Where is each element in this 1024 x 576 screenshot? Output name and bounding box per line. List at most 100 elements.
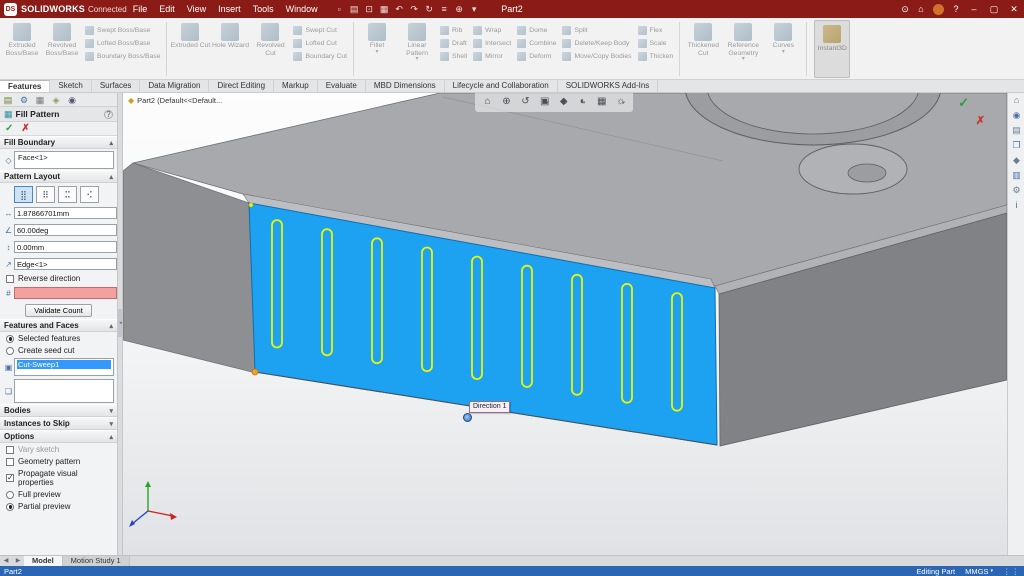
circular-layout-button[interactable]: ⠿ — [36, 186, 55, 203]
ribbon-button-revolved-cut[interactable]: Revolved Cut — [250, 20, 290, 78]
ribbon-button-boundary-cut[interactable]: Boundary Cut — [290, 50, 350, 63]
feature-tree-tab-icon[interactable]: ▤ — [0, 93, 16, 106]
tab-solidworks-add-ins[interactable]: SOLIDWORKS Add-Ins — [558, 80, 659, 92]
appearances-scenes-icon[interactable]: ◆ — [1008, 153, 1024, 168]
view-orientation-icon[interactable]: ◆▾ — [554, 94, 573, 111]
section-fill-boundary[interactable]: Fill Boundary▴ — [0, 136, 117, 149]
tab-motion-study-1[interactable]: Motion Study 1 — [63, 556, 130, 566]
ribbon-button-swept-cut[interactable]: Swept Cut — [290, 24, 350, 37]
geometry-pattern-checkbox[interactable] — [6, 458, 14, 466]
info-icon[interactable]: i — [1008, 198, 1024, 213]
ribbon-button-rib[interactable]: Rib — [437, 24, 470, 37]
search-icon[interactable]: ⊙ — [897, 4, 913, 15]
help-icon[interactable]: ? — [104, 110, 113, 119]
menu-insert[interactable]: Insert — [212, 0, 247, 18]
list-item[interactable]: Cut-Sweep1 — [17, 360, 111, 369]
ribbon-button-deform[interactable]: Deform — [514, 50, 559, 63]
zoom-area-icon[interactable]: ⊕ — [497, 94, 516, 111]
ribbon-button-lofted-cut[interactable]: Lofted Cut — [290, 37, 350, 50]
ribbon-button-reference-geometry[interactable]: Reference Geometry ▾ — [723, 20, 763, 78]
margin-input[interactable] — [14, 241, 117, 253]
tab-model[interactable]: Model — [24, 556, 63, 566]
menu-view[interactable]: View — [181, 0, 212, 18]
hide-show-items-icon[interactable]: ▦▾ — [592, 94, 611, 111]
appearances-icon[interactable]: ☼▾ — [611, 94, 630, 111]
open-document-icon[interactable]: ▤ — [347, 0, 362, 18]
undo-icon[interactable]: ↶ — [392, 0, 407, 18]
3dexperience-icon[interactable]: ◉ — [1008, 108, 1024, 123]
ribbon-button-dome[interactable]: Dome — [514, 24, 559, 37]
ribbon-button-instant3d[interactable]: Instant3D — [814, 20, 850, 78]
minimize-button[interactable]: – — [964, 0, 984, 18]
resize-grip[interactable]: ⋮⋮ — [1003, 567, 1020, 576]
propagate-visual-properties-checkbox[interactable] — [6, 474, 14, 482]
direction-drag-handle[interactable] — [463, 413, 472, 422]
ribbon-button-revolved-boss-base[interactable]: Revolved Boss/Base — [42, 20, 82, 78]
ribbon-button-swept-boss-base[interactable]: Swept Boss/Base — [82, 24, 163, 37]
tab-sketch[interactable]: Sketch — [50, 80, 91, 92]
ribbon-button-intersect[interactable]: Intersect — [470, 37, 514, 50]
ribbon-button-hole-wizard[interactable]: Hole Wizard — [210, 20, 250, 78]
tab-markup[interactable]: Markup — [274, 80, 318, 92]
menu-window[interactable]: Window — [280, 0, 324, 18]
home-icon[interactable]: ⌂ — [913, 4, 929, 14]
vary-sketch-checkbox[interactable] — [6, 446, 14, 454]
design-library-icon[interactable]: ▤ — [1008, 123, 1024, 138]
help-icon[interactable]: ? — [948, 4, 964, 14]
reverse-direction-checkbox[interactable] — [6, 275, 14, 283]
selection-filter-icon[interactable]: ≡ — [437, 0, 452, 18]
ribbon-button-thicken[interactable]: Thicken — [635, 50, 677, 63]
cancel-x-icon[interactable]: ✗ — [21, 123, 29, 134]
tab-evaluate[interactable]: Evaluate — [318, 80, 366, 92]
ribbon-button-wrap[interactable]: Wrap — [470, 24, 514, 37]
ribbon-button-mirror[interactable]: Mirror — [470, 50, 514, 63]
create-seed-cut-radio[interactable] — [6, 347, 14, 355]
configuration-manager-tab-icon[interactable]: ▦ — [32, 93, 48, 106]
stagger-angle-input[interactable] — [14, 224, 117, 236]
validate-count-button[interactable]: Validate Count — [25, 304, 92, 317]
custom-properties-icon[interactable]: ▥ — [1008, 168, 1024, 183]
property-manager-tab-icon[interactable]: ⚙ — [16, 93, 32, 106]
selected-features-radio[interactable] — [6, 335, 14, 343]
close-button[interactable]: ✕ — [1004, 0, 1024, 18]
section-view-icon[interactable]: ▣▾ — [535, 94, 554, 111]
display-style-icon[interactable]: ◐▾ — [573, 94, 592, 111]
tab-scroll-right-icon[interactable]: ▶ — [12, 556, 24, 566]
breadcrumb[interactable]: ◆ Part2 (Default<<Default... — [128, 96, 222, 105]
tab-mbd-dimensions[interactable]: MBD Dimensions — [366, 80, 445, 92]
partial-preview-radio[interactable] — [6, 503, 14, 511]
menu-edit[interactable]: Edit — [153, 0, 181, 18]
ribbon-button-flex[interactable]: Flex — [635, 24, 677, 37]
confirmation-corner-cancel-icon[interactable]: ✗ — [976, 114, 985, 127]
square-layout-button[interactable]: ⠭ — [58, 186, 77, 203]
dimxpert-manager-tab-icon[interactable]: ◈ — [48, 93, 64, 106]
polygon-layout-button[interactable]: ⠪ — [80, 186, 99, 203]
full-preview-radio[interactable] — [6, 491, 14, 499]
settings-icon[interactable]: ⚙ — [1008, 183, 1024, 198]
section-instances-to-skip[interactable]: Instances to Skip▾ — [0, 417, 117, 430]
perforation-layout-button[interactable]: ⣿ — [14, 186, 33, 203]
ribbon-button-linear-pattern[interactable]: Linear Pattern ▾ — [397, 20, 437, 78]
redo-icon[interactable]: ↷ — [407, 0, 422, 18]
units-selector[interactable]: MMGS ▾ — [965, 567, 993, 576]
section-bodies[interactable]: Bodies▾ — [0, 404, 117, 417]
print-icon[interactable]: ▦ — [377, 0, 392, 18]
file-explorer-icon[interactable]: ❒ — [1008, 138, 1024, 153]
tab-scroll-left-icon[interactable]: ◀ — [0, 556, 12, 566]
ribbon-button-split[interactable]: Split — [559, 24, 634, 37]
ribbon-button-fillet[interactable]: Fillet ▾ — [357, 20, 397, 78]
dropdown-icon[interactable]: ▾ — [467, 0, 482, 18]
part-left-face[interactable] — [123, 163, 256, 373]
pattern-direction-input[interactable] — [14, 258, 117, 270]
vertex-marker[interactable] — [252, 369, 258, 375]
section-options[interactable]: Options▴ — [0, 430, 117, 443]
options-icon[interactable]: ⊕ — [452, 0, 467, 18]
features-to-pattern-list[interactable]: Cut-Sweep1 — [14, 358, 114, 376]
ribbon-button-move-copy-bodies[interactable]: Move/Copy Bodies — [559, 50, 634, 63]
section-features-and-faces[interactable]: Features and Faces▴ — [0, 319, 117, 332]
ribbon-button-extruded-boss-base[interactable]: Extruded Boss/Base — [2, 20, 42, 78]
display-manager-tab-icon[interactable]: ◉ — [64, 93, 80, 106]
ribbon-button-draft[interactable]: Draft — [437, 37, 470, 50]
ok-check-icon[interactable]: ✓ — [5, 123, 13, 134]
tab-surfaces[interactable]: Surfaces — [92, 80, 141, 92]
